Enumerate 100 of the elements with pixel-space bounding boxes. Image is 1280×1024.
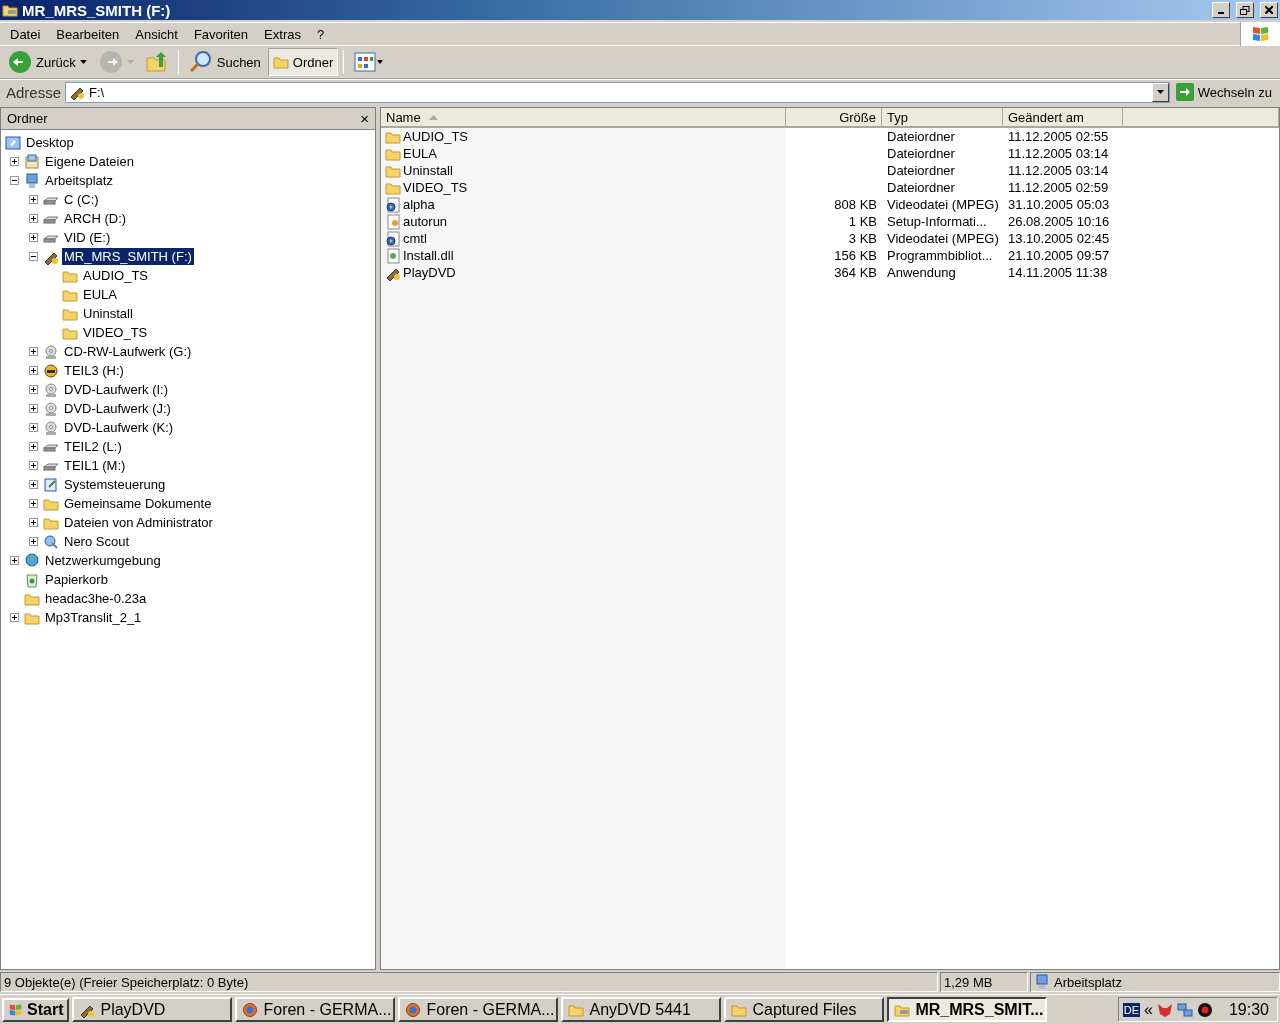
taskbar-button[interactable]: AnyDVD 5441 [561,997,722,1022]
expand-toggle[interactable] [29,347,38,356]
tree-item[interactable]: TEIL3 (H:) [62,362,126,379]
expand-toggle[interactable] [29,480,38,489]
menu-item[interactable]: Bearbeiten [48,26,128,42]
collapse-toggle[interactable] [29,252,38,261]
column-header[interactable]: Geändert am [1003,108,1123,128]
expand-toggle[interactable] [10,613,19,622]
expand-toggle[interactable] [29,195,38,204]
tree-item[interactable]: CD-RW-Laufwerk (G:) [62,343,194,360]
tree-item[interactable]: Mp3Translit_2_1 [43,609,144,626]
tree-item[interactable]: headac3he-0.23a [43,590,149,607]
menu-item[interactable]: ? [308,26,333,42]
tree-item[interactable]: DVD-Laufwerk (K:) [62,419,176,436]
tree-item[interactable]: Papierkorb [43,571,110,588]
tree-item[interactable]: VIDEO_TS [81,324,150,341]
tree-item[interactable]: Gemeinsame Dokumente [62,495,214,512]
menu-item[interactable]: Extras [256,26,309,42]
tree-item[interactable]: DVD-Laufwerk (I:) [62,381,171,398]
file-type: Programmbibliot... [886,248,994,263]
tree-item[interactable]: Netzwerkumgebung [43,552,163,569]
expand-toggle[interactable] [29,499,38,508]
file-name[interactable]: AUDIO_TS [402,129,473,144]
expand-toggle[interactable] [29,537,38,546]
file-name[interactable]: VIDEO_TS [402,180,473,195]
folder-icon [2,2,18,18]
status-size: 1,29 MB [940,972,1028,992]
file-name[interactable]: cmtl [402,231,432,246]
tree-item[interactable]: MR_MRS_SMITH (F:) [62,248,194,265]
network-icon[interactable] [1176,1001,1193,1018]
address-field[interactable]: F:\ [65,81,1170,103]
file-name[interactable]: autorun [402,214,453,229]
close-pane-button[interactable]: × [360,111,369,126]
expand-toggle[interactable] [10,157,19,166]
expand-toggle[interactable] [29,461,38,470]
tree-item[interactable]: Nero Scout [62,533,132,550]
expand-toggle[interactable] [10,556,19,565]
tree-item[interactable]: Desktop [24,134,76,151]
back-button[interactable]: Zurück [3,48,92,76]
start-button[interactable]: Start [2,997,70,1022]
tray-expand-button[interactable]: « [1144,1000,1153,1019]
menu-item[interactable]: Datei [2,26,49,42]
library-file-icon [385,247,401,264]
menu-item[interactable]: Favoriten [185,26,257,42]
restore-button[interactable] [1236,2,1254,18]
file-name[interactable]: Install.dll [402,248,459,263]
expand-toggle[interactable] [29,404,38,413]
go-button[interactable]: Wechseln zu [1173,81,1278,103]
file-date: 26.08.2005 10:16 [1007,214,1111,229]
tree-item[interactable]: VID (E:) [62,229,113,246]
taskbar-button[interactable]: Captured Files [724,997,885,1022]
status-zone: Arbeitsplatz [1054,974,1122,990]
collapse-toggle[interactable] [10,176,19,185]
file-name[interactable]: Uninstall [402,163,458,178]
tree-item[interactable]: Dateien von Administrator [62,514,215,531]
tree-item[interactable]: DVD-Laufwerk (J:) [62,400,173,417]
folder-icon [272,54,289,70]
file-name[interactable]: alpha [402,197,440,212]
search-button[interactable]: Suchen [183,48,266,76]
expand-toggle[interactable] [29,385,38,394]
tree-item[interactable]: Uninstall [81,305,135,322]
file-name[interactable]: PlayDVD [402,265,461,280]
record-icon[interactable] [1196,1001,1213,1018]
tree-item[interactable]: ARCH (D:) [62,210,129,227]
expand-toggle[interactable] [29,366,38,375]
plus-icon [30,215,37,222]
menu-item[interactable]: Ansicht [127,26,186,42]
tree-item[interactable]: TEIL2 (L:) [62,438,124,455]
tree-item[interactable]: C (C:) [62,191,101,208]
column-header[interactable]: Größe [786,108,882,128]
tree-item[interactable]: Eigene Dateien [43,153,136,170]
tree-item[interactable]: Systemsteuerung [62,476,168,493]
plus-icon [30,367,37,374]
language-indicator[interactable]: DE [1122,1002,1141,1017]
expand-toggle[interactable] [29,442,38,451]
expand-toggle[interactable] [29,423,38,432]
close-button[interactable] [1260,2,1278,18]
expand-toggle[interactable] [29,518,38,527]
plus-icon [30,234,37,241]
taskbar-button[interactable]: Foren - GERMA... [235,997,396,1022]
tree-item[interactable]: Arbeitsplatz [43,172,115,189]
fox-icon[interactable] [1156,1001,1173,1018]
column-header[interactable]: Typ [882,108,1003,128]
folders-button[interactable]: Ordner [267,48,339,76]
taskbar-button[interactable]: PlayDVD [72,997,233,1022]
minimize-button[interactable] [1212,2,1230,18]
expand-toggle[interactable] [29,214,38,223]
settings-file-icon [385,213,401,230]
expand-toggle[interactable] [29,233,38,242]
plus-icon [30,481,37,488]
tree-item[interactable]: AUDIO_TS [81,267,150,284]
dropdown-button[interactable] [1151,82,1169,102]
file-name[interactable]: EULA [402,146,442,161]
taskbar-button[interactable]: MR_MRS_SMIT... [887,997,1048,1022]
column-header[interactable]: Name [381,108,786,128]
file-type: Videodatei (MPEG) [886,231,1000,246]
tree-item[interactable]: TEIL1 (M:) [62,457,128,474]
taskbar-button[interactable]: Foren - GERMA... [398,997,559,1022]
plus-icon [30,462,37,469]
tree-item[interactable]: EULA [81,286,119,303]
